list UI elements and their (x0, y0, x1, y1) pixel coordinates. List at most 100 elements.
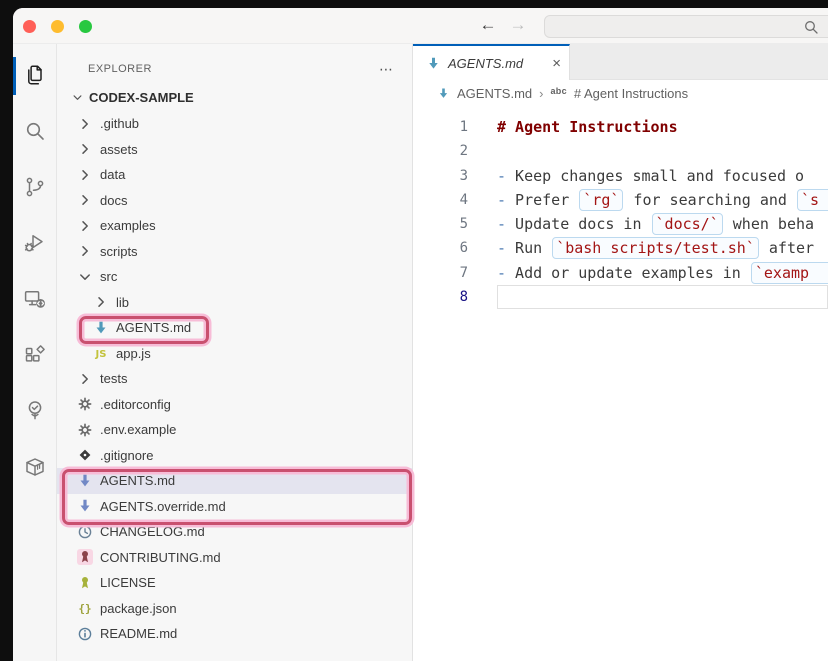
line-content[interactable]: - Run `bash scripts/test.sh` after (497, 236, 828, 260)
tree-item-label: .editorconfig (100, 397, 171, 412)
token-plain: Run (506, 239, 551, 257)
line-number[interactable]: 4 (413, 188, 468, 212)
tree-item-label: lib (116, 295, 129, 310)
token-list: - (497, 215, 506, 233)
activity-item-run-debug[interactable] (23, 231, 47, 255)
folder-assets[interactable]: assets (57, 137, 412, 163)
token-code: `bash scripts/test.sh` (552, 237, 759, 259)
more-actions-icon[interactable]: ⋯ (379, 61, 394, 78)
code-editor[interactable]: 1 # Agent Instructions 23 - Keep changes sm… (413, 106, 828, 661)
line-content[interactable]: - Prefer `rg` for searching and `s (497, 188, 828, 212)
close-button[interactable] (23, 20, 36, 33)
activity-item-search[interactable] (23, 119, 47, 143)
history-back-button[interactable]: ← (476, 13, 500, 37)
line-content[interactable]: - Update docs in `docs/` when beha (497, 212, 828, 236)
svg-text:{}: {} (78, 602, 91, 615)
markdown-icon (426, 56, 441, 71)
ribbon-green-icon (77, 575, 93, 591)
file-agents-md[interactable]: AGENTS.md (57, 315, 412, 341)
activity-item-tree-extension[interactable] (23, 399, 47, 423)
line-number[interactable]: 6 (413, 236, 468, 260)
token-code: `docs/` (652, 213, 723, 235)
file-app-js[interactable]: JS app.js (57, 341, 412, 367)
activity-item-extensions[interactable] (23, 343, 47, 367)
line-number[interactable]: 2 (413, 139, 468, 163)
token-list: - (497, 191, 506, 209)
tree-icon (23, 399, 47, 423)
folder-github[interactable]: .github (57, 111, 412, 137)
clock-icon (77, 524, 93, 540)
close-icon[interactable]: × (552, 55, 561, 72)
line-number[interactable]: 3 (413, 164, 468, 188)
tree-item-label: AGENTS.override.md (100, 499, 226, 514)
file-editorconfig[interactable]: .editorconfig (57, 392, 412, 418)
code-line-1: 1 # Agent Instructions (413, 115, 828, 139)
tree-item-label: .gitignore (100, 448, 153, 463)
chevron-right-icon: › (539, 86, 543, 101)
file-gitignore[interactable]: .gitignore (57, 443, 412, 469)
git-icon (77, 447, 93, 463)
zoom-button[interactable] (79, 20, 92, 33)
file-package-json[interactable]: {} package.json (57, 596, 412, 622)
line-number[interactable]: 8 (413, 285, 468, 309)
command-center-search[interactable] (544, 15, 828, 38)
remote-icon (23, 287, 47, 311)
folder-tests[interactable]: tests (57, 366, 412, 392)
file-readme-md[interactable]: README.md (57, 621, 412, 647)
line-content[interactable] (497, 139, 828, 163)
chevron-right-icon (77, 192, 93, 208)
editor-area: AGENTS.md × AGENTS.md › abc # Agent Inst… (413, 44, 828, 661)
source-control-icon (23, 175, 47, 199)
token-plain: after (760, 239, 814, 257)
code-line-8: 8 (413, 285, 828, 309)
file-agents-md[interactable]: AGENTS.md (57, 468, 412, 494)
folder-scripts[interactable]: scripts (57, 239, 412, 265)
line-number[interactable]: 1 (413, 115, 468, 139)
line-number[interactable]: 7 (413, 261, 468, 285)
minimize-button[interactable] (51, 20, 64, 33)
line-content[interactable]: - Keep changes small and focused o (497, 164, 828, 188)
file-changelog-md[interactable]: CHANGELOG.md (57, 519, 412, 545)
tree-item-label: data (100, 167, 125, 182)
history-forward-button[interactable]: → (506, 13, 530, 37)
file-env-example[interactable]: .env.example (57, 417, 412, 443)
activity-item-remote-explorer[interactable] (23, 287, 47, 311)
breadcrumb-symbol[interactable]: # Agent Instructions (574, 86, 688, 101)
tree-item-label: LICENSE (100, 575, 156, 590)
folder-docs[interactable]: docs (57, 188, 412, 214)
folder-lib[interactable]: lib (57, 290, 412, 316)
tab-bar: AGENTS.md × (413, 44, 828, 80)
code-line-7: 7 - Add or update examples in `examp (413, 261, 828, 285)
file-contributing-md[interactable]: CONTRIBUTING.md (57, 545, 412, 571)
js-icon: JS (93, 345, 109, 361)
workspace-root-row[interactable]: CODEX-SAMPLE (57, 86, 412, 108)
chevron-right-icon (77, 167, 93, 183)
extensions-icon (23, 343, 47, 367)
activity-item-source-control[interactable] (23, 175, 47, 199)
folder-data[interactable]: data (57, 162, 412, 188)
markdown-icon (93, 320, 109, 336)
activity-item-container-extension[interactable] (23, 455, 47, 479)
chevron-right-icon (77, 116, 93, 132)
tab-agents-md[interactable]: AGENTS.md × (413, 44, 570, 80)
line-content[interactable]: # Agent Instructions (497, 115, 828, 139)
line-content[interactable]: - Add or update examples in `examp (497, 261, 828, 285)
file-agents-override-md[interactable]: AGENTS.override.md (57, 494, 412, 520)
folder-src[interactable]: src (57, 264, 412, 290)
token-code: `examp (751, 262, 828, 284)
tab-label: AGENTS.md (448, 56, 545, 71)
activity-item-explorer[interactable] (23, 63, 47, 87)
folder-examples[interactable]: examples (57, 213, 412, 239)
token-code: `rg` (579, 189, 623, 211)
tree-item-label: scripts (100, 244, 138, 259)
magnifier-icon (803, 19, 819, 35)
markdown-icon (437, 87, 450, 100)
token-code: `s (797, 189, 828, 211)
file-license[interactable]: LICENSE (57, 570, 412, 596)
line-content[interactable] (497, 285, 828, 309)
breadcrumb: AGENTS.md › abc # Agent Instructions (413, 80, 828, 106)
vscode-window: ← → EXPLORER ⋯ CODEX-SAMPLE (13, 8, 828, 661)
token-plain: Prefer (506, 191, 578, 209)
breadcrumb-file[interactable]: AGENTS.md (457, 86, 532, 101)
line-number[interactable]: 5 (413, 212, 468, 236)
